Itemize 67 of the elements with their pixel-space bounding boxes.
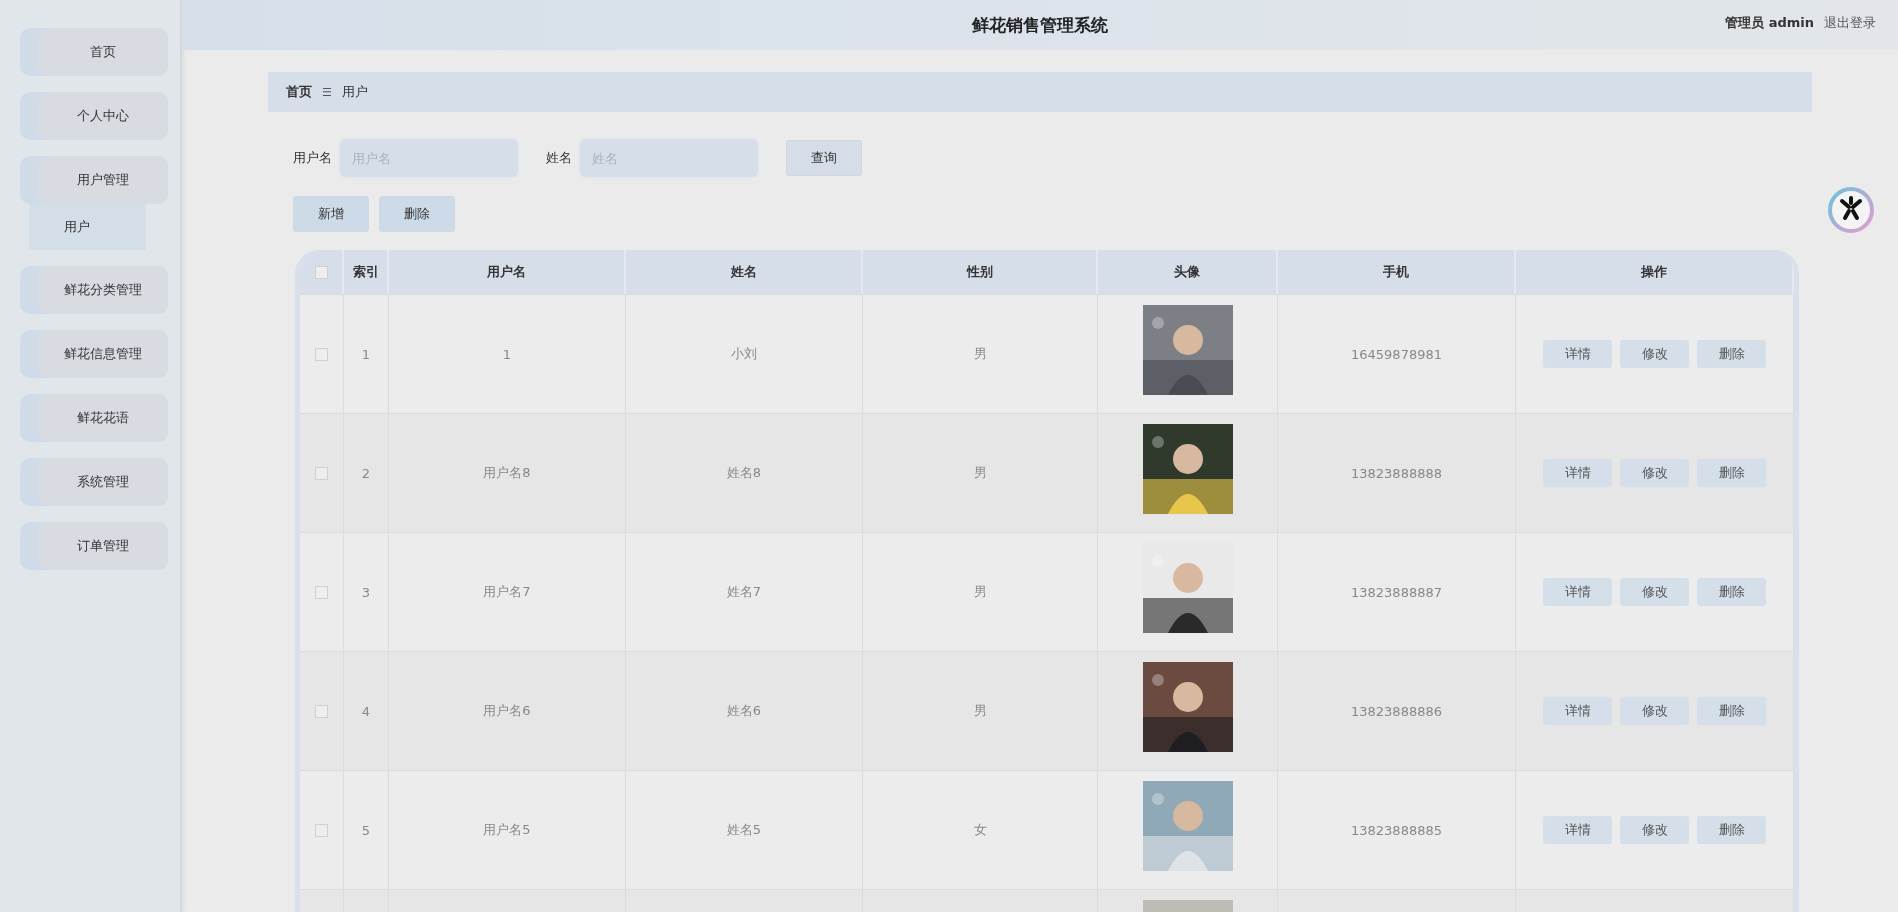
- table-cell: 姓名8: [726, 464, 762, 482]
- table-cell: 1: [361, 346, 371, 362]
- action-button[interactable]: 删除: [379, 196, 455, 232]
- table-cell: 13823888886: [1351, 703, 1442, 719]
- app-title: 鲜花销售管理系统: [972, 13, 1108, 37]
- row-checkbox[interactable]: [315, 466, 328, 480]
- nav-item[interactable]: 鲜花花语: [20, 394, 168, 442]
- logout-link[interactable]: 退出登录: [1824, 14, 1876, 32]
- nav-item[interactable]: 系统管理: [20, 458, 168, 506]
- nav-item[interactable]: 用户管理: [20, 156, 168, 204]
- table-cell: 男: [973, 583, 987, 601]
- table-cell: 用户名6: [483, 702, 531, 720]
- nav-subitem[interactable]: 用户: [29, 204, 146, 250]
- action-button[interactable]: 新增: [293, 196, 369, 232]
- table-cell: 13823888888: [1351, 465, 1442, 481]
- row-action-button[interactable]: 删除: [1697, 697, 1766, 725]
- user-name: 管理员 admin: [1725, 14, 1814, 32]
- table-cell: 姓名7: [726, 583, 762, 601]
- row-checkbox[interactable]: [315, 823, 328, 837]
- table-cell: 小刘: [731, 345, 757, 363]
- breadcrumb-current: 用户: [341, 83, 368, 101]
- table-cell: 1: [502, 346, 512, 362]
- row-action-button[interactable]: 删除: [1697, 578, 1766, 606]
- nav-item[interactable]: 首页: [20, 28, 168, 76]
- query-button[interactable]: 查询: [786, 140, 862, 176]
- field-label: 姓名: [546, 149, 572, 167]
- table-cell: 用户名5: [483, 821, 531, 839]
- breadcrumb-home[interactable]: 首页: [286, 83, 312, 101]
- nav-item[interactable]: 个人中心: [20, 92, 168, 140]
- table-cell: 女: [973, 821, 987, 839]
- field-label: 用户名: [293, 149, 332, 167]
- select-all-checkbox[interactable]: [314, 265, 328, 279]
- row-checkbox[interactable]: [315, 347, 328, 361]
- table-cell: 16459878981: [1351, 346, 1442, 362]
- logo-icon[interactable]: [1827, 186, 1875, 234]
- row-action-button[interactable]: 详情: [1543, 816, 1612, 844]
- table-cell: 5: [361, 822, 371, 838]
- table-cell: 姓名5: [726, 821, 762, 839]
- row-action-button[interactable]: 详情: [1543, 697, 1612, 725]
- breadcrumb-separator: ☰: [322, 85, 332, 99]
- row-action-button[interactable]: 详情: [1543, 459, 1612, 487]
- row-action-button[interactable]: 删除: [1697, 816, 1766, 844]
- table-cell: 用户名7: [483, 583, 531, 601]
- table-cell: 男: [973, 464, 987, 482]
- nav-item[interactable]: 订单管理: [20, 522, 168, 570]
- row-action-button[interactable]: 详情: [1543, 340, 1612, 368]
- table-cell: 男: [973, 702, 987, 720]
- row-action-button[interactable]: 修改: [1620, 459, 1689, 487]
- row-action-button[interactable]: 删除: [1697, 459, 1766, 487]
- table-cell: 2: [361, 465, 371, 481]
- row-checkbox[interactable]: [315, 704, 328, 718]
- row-action-button[interactable]: 修改: [1620, 816, 1689, 844]
- table-cell: 用户名8: [483, 464, 531, 482]
- table-cell: 13823888885: [1351, 822, 1442, 838]
- table-cell: 4: [361, 703, 371, 719]
- table-cell: 姓名6: [726, 702, 762, 720]
- row-action-button[interactable]: 修改: [1620, 340, 1689, 368]
- table-cell: 男: [973, 345, 987, 363]
- row-checkbox[interactable]: [315, 585, 328, 599]
- table-cell: 13823888887: [1351, 584, 1442, 600]
- table-cell: 3: [361, 584, 371, 600]
- row-action-button[interactable]: 详情: [1543, 578, 1612, 606]
- row-action-button[interactable]: 修改: [1620, 697, 1689, 725]
- row-action-button[interactable]: 删除: [1697, 340, 1766, 368]
- row-action-button[interactable]: 修改: [1620, 578, 1689, 606]
- nav-item[interactable]: 鲜花分类管理: [20, 266, 168, 314]
- nav-item[interactable]: 鲜花信息管理: [20, 330, 168, 378]
